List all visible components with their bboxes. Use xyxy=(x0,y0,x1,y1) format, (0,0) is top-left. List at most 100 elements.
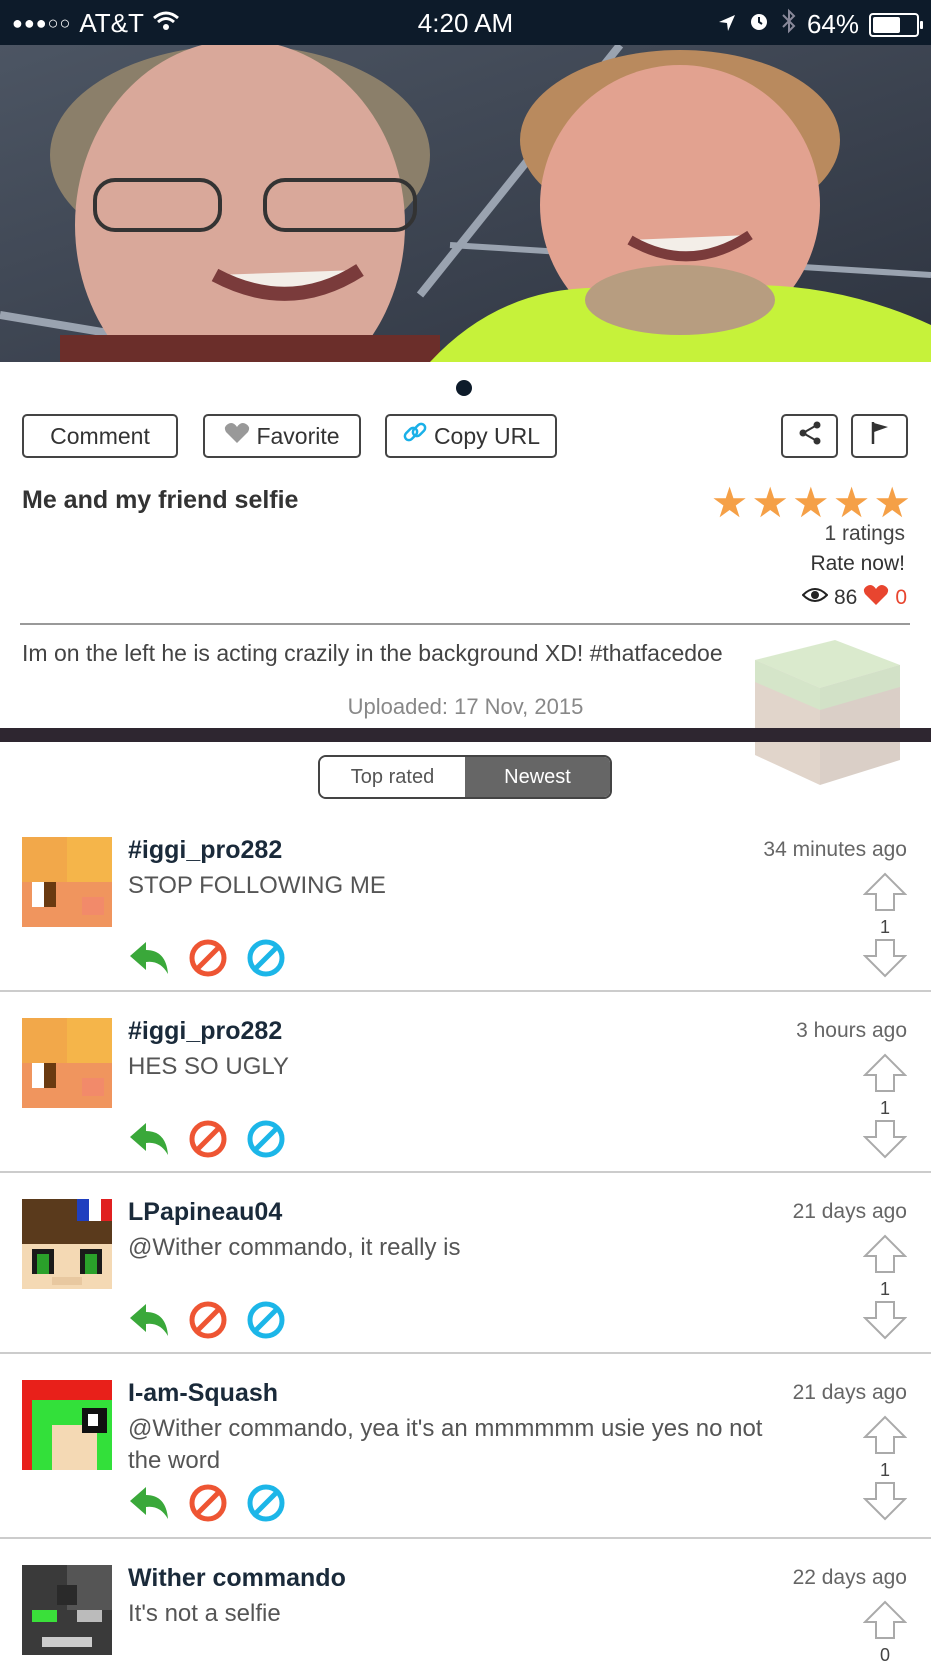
comment-username[interactable]: #iggi_pro282 xyxy=(128,1017,282,1046)
avatar[interactable] xyxy=(22,1018,112,1108)
share-button[interactable] xyxy=(781,414,838,458)
comment-button[interactable]: Comment xyxy=(22,414,178,458)
reply-icon[interactable] xyxy=(128,1121,170,1162)
reply-icon[interactable] xyxy=(128,940,170,981)
avatar[interactable] xyxy=(22,837,112,927)
vote-control: 1 xyxy=(862,1415,908,1526)
battery-percent: 64% xyxy=(806,9,859,39)
upvote-arrow-icon[interactable] xyxy=(862,1234,908,1278)
copy-url-label: Copy URL xyxy=(433,422,541,449)
upvote-arrow-icon[interactable] xyxy=(862,1600,908,1644)
comment-time: 21 days ago xyxy=(792,1381,907,1404)
comment-username[interactable]: I-am-Squash xyxy=(128,1379,278,1408)
comment-text: STOP FOLLOWING ME xyxy=(128,872,386,899)
post-stats: 86 0 xyxy=(801,584,907,612)
status-bar: ●●●○○ AT&T 4:20 AM 64% xyxy=(0,0,931,45)
report-icon[interactable] xyxy=(246,1483,286,1528)
comment-divider xyxy=(0,990,931,992)
reply-icon[interactable] xyxy=(128,1302,170,1343)
comment-item: #iggi_pro282 3 hours ago HES SO UGLY 1 xyxy=(0,1001,931,1173)
block-icon[interactable] xyxy=(188,1300,228,1345)
comment-actions xyxy=(128,1119,286,1164)
vote-control: 1 xyxy=(862,1234,908,1345)
rating-stars[interactable]: ★ ★ ★ ★ ★ xyxy=(711,482,911,524)
comment-username[interactable]: Wither commando xyxy=(128,1564,346,1593)
comment-actions xyxy=(128,938,286,983)
report-icon[interactable] xyxy=(246,1119,286,1164)
favorite-button[interactable]: Favorite xyxy=(203,414,361,458)
post-title: Me and my friend selfie xyxy=(22,486,299,514)
comment-item: LPapineau04 21 days ago @Wither commando… xyxy=(0,1182,931,1354)
upvote-arrow-icon[interactable] xyxy=(862,872,908,916)
star-icon[interactable]: ★ xyxy=(833,482,871,524)
star-icon[interactable]: ★ xyxy=(711,482,749,524)
copy-url-button[interactable]: Copy URL xyxy=(385,414,557,458)
upvote-arrow-icon[interactable] xyxy=(862,1415,908,1459)
comment-divider xyxy=(0,1352,931,1354)
vote-count: 1 xyxy=(879,917,890,937)
comment-username[interactable]: #iggi_pro282 xyxy=(128,836,282,865)
downvote-arrow-icon[interactable] xyxy=(862,939,908,982)
alarm-icon xyxy=(747,9,771,40)
avatar[interactable] xyxy=(22,1565,112,1655)
tab-top-rated[interactable]: Top rated xyxy=(320,757,465,797)
link-icon xyxy=(402,420,428,452)
section-divider xyxy=(0,728,931,742)
block-icon[interactable] xyxy=(188,1119,228,1164)
heart-icon xyxy=(863,584,889,612)
heart-icon xyxy=(224,422,250,450)
comment-actions xyxy=(128,1483,286,1528)
comment-time: 21 days ago xyxy=(792,1200,907,1223)
comment-item: I-am-Squash 21 days ago @Wither commando… xyxy=(0,1363,931,1539)
rate-now-link[interactable]: Rate now! xyxy=(810,552,905,576)
comment-time: 3 hours ago xyxy=(796,1019,907,1042)
report-flag-button[interactable] xyxy=(851,414,908,458)
avatar[interactable] xyxy=(22,1199,112,1289)
comment-text: It's not a selfie xyxy=(128,1600,281,1627)
comment-text: HES SO UGLY xyxy=(128,1053,289,1080)
comment-text: @Wither commando, yea it's an mmmmmm usi… xyxy=(128,1415,763,1474)
report-icon[interactable] xyxy=(246,938,286,983)
comment-button-label: Comment xyxy=(50,422,150,449)
downvote-arrow-icon[interactable] xyxy=(862,1482,908,1525)
location-arrow-icon xyxy=(717,9,737,40)
star-icon[interactable]: ★ xyxy=(751,482,789,524)
block-icon[interactable] xyxy=(188,938,228,983)
downvote-arrow-icon[interactable] xyxy=(862,1301,908,1344)
comment-time: 22 days ago xyxy=(792,1566,907,1589)
bluetooth-icon xyxy=(781,8,797,41)
reply-icon[interactable] xyxy=(128,1485,170,1526)
vote-count: 1 xyxy=(879,1279,890,1299)
comment-divider xyxy=(0,1171,931,1173)
block-icon[interactable] xyxy=(188,1483,228,1528)
comment-username[interactable]: LPapineau04 xyxy=(128,1198,282,1227)
star-icon[interactable]: ★ xyxy=(792,482,830,524)
downvote-arrow-icon[interactable] xyxy=(862,1120,908,1163)
eye-icon xyxy=(801,586,829,610)
star-icon[interactable]: ★ xyxy=(873,482,911,524)
comment-item: #iggi_pro282 34 minutes ago STOP FOLLOWI… xyxy=(0,820,931,992)
battery-icon xyxy=(869,12,923,37)
vote-control: 0 xyxy=(862,1600,908,1666)
upvote-arrow-icon[interactable] xyxy=(862,1053,908,1097)
vote-control: 1 xyxy=(862,872,908,983)
comment-sort-tabs[interactable]: Top rated Newest xyxy=(318,755,612,799)
divider xyxy=(20,623,910,625)
page-indicator-dot[interactable] xyxy=(456,380,472,396)
comment-item: Wither commando 22 days ago It's not a s… xyxy=(0,1548,931,1665)
comment-text: @Wither commando, it really is xyxy=(128,1234,461,1261)
ratings-count: 1 ratings xyxy=(824,522,905,545)
post-photo[interactable] xyxy=(0,45,931,362)
vote-count: 1 xyxy=(879,1098,890,1118)
avatar[interactable] xyxy=(22,1380,112,1470)
vote-count: 1 xyxy=(879,1460,890,1480)
favorite-button-label: Favorite xyxy=(256,422,340,449)
comment-divider xyxy=(0,1537,931,1539)
report-icon[interactable] xyxy=(246,1300,286,1345)
post-description: Im on the left he is acting crazily in t… xyxy=(22,640,723,666)
vote-control: 1 xyxy=(862,1053,908,1164)
view-count: 86 xyxy=(833,586,858,609)
comment-actions xyxy=(128,1300,286,1345)
tab-newest[interactable]: Newest xyxy=(465,757,610,797)
like-count: 0 xyxy=(895,586,907,609)
